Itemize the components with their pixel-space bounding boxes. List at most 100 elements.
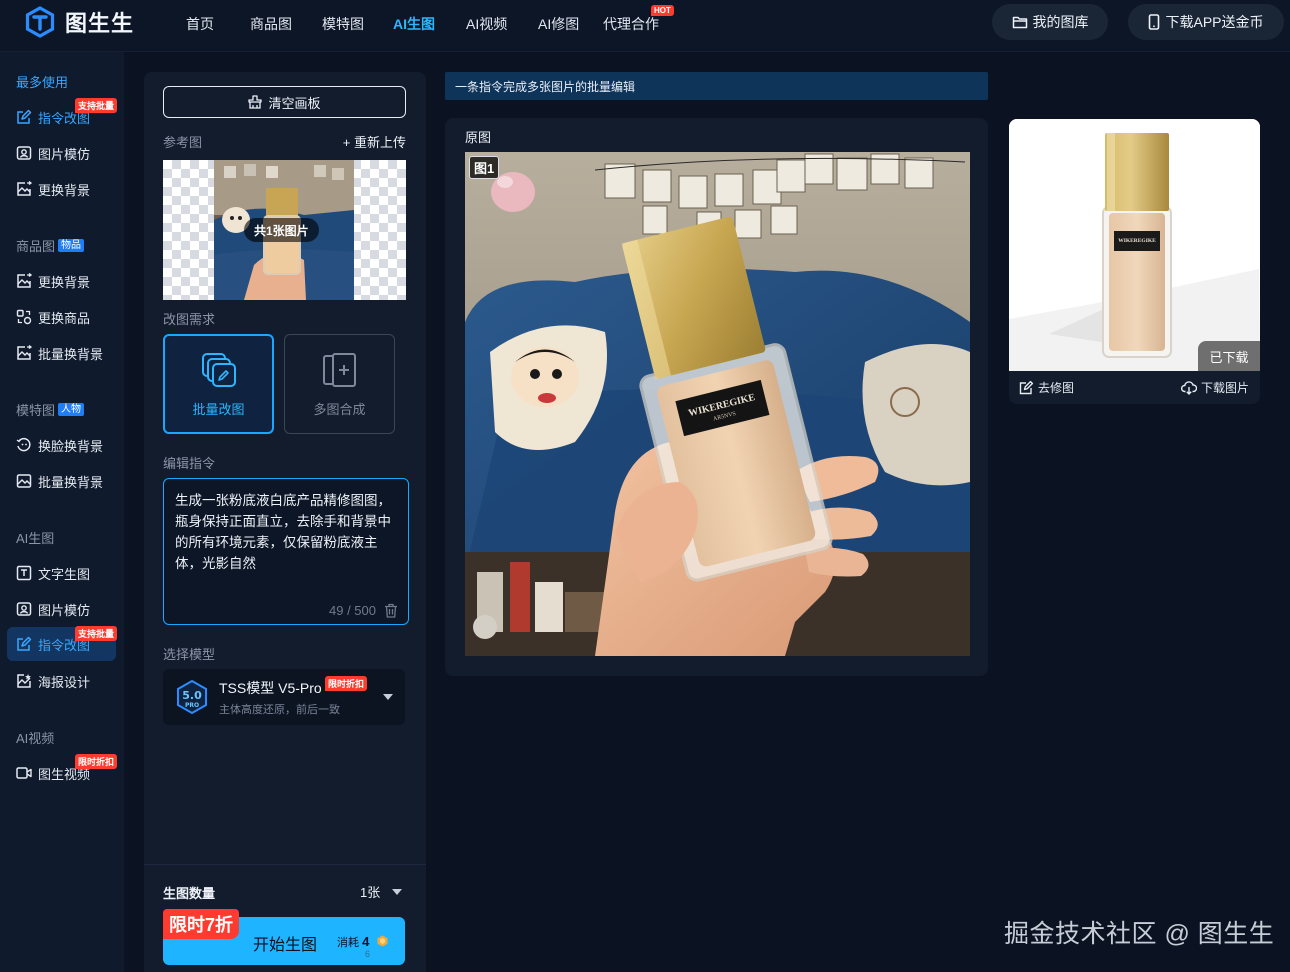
sidebar-item-label: 图片模仿 [38,146,91,162]
sidebar-item-image-imitate[interactable]: 图片模仿 [16,142,90,164]
sidebar-item-text-to-image[interactable]: 文字生图 [16,562,90,584]
section-tag: 人物 [58,403,85,416]
batch-edit-mode-card[interactable]: 批量改图 [163,334,274,434]
edit-icon [17,109,32,124]
sidebar-item-change-product[interactable]: 更换商品 [16,306,90,328]
download-app-button[interactable]: 下载APP送金币 [1128,4,1284,40]
instruction-textarea[interactable]: 生成一张粉底液白底产品精修图图，瓶身保持正面直立，去除手和背景中的所有环境元素，… [163,478,409,625]
sidebar-item-label: 更换背景 [38,274,91,290]
my-library-button[interactable]: 我的图库 [992,4,1108,40]
sidebar-item-ai-image-imitate[interactable]: 图片模仿 [16,598,90,620]
folder-icon [1012,16,1027,29]
sidebar-item-poster-design[interactable]: 海报设计 [16,670,90,692]
hot-badge: HOT [651,5,674,16]
text-image-icon [16,565,32,581]
face-swap-icon [16,437,31,452]
model-select[interactable]: 5.0 PRO TSS模型 V5-Pro 限时折扣 主体高度还原，前后一致 [163,669,405,725]
instruction-text: 生成一张粉底液白底产品精修图图，瓶身保持正面直立，去除手和背景中的所有环境元素，… [175,493,391,571]
trash-icon[interactable] [384,603,398,618]
nav-ai-generate[interactable]: AI生图 [393,14,435,34]
chevron-down-icon [383,694,393,700]
batch-support-badge: 支持批量 [75,98,118,113]
nav-product-image[interactable]: 商品图 [250,14,292,34]
model-version-sub: PRO [185,702,199,709]
quantity-select[interactable]: 1张 [360,882,403,901]
logo-icon [25,6,55,38]
reference-label: 参考图 [163,135,203,150]
chevron-down-icon [392,888,403,895]
multi-image-label: 多图合成 [313,401,366,417]
sidebar-item-batch-background[interactable]: 批量换背景 [16,342,103,364]
video-icon [16,767,32,779]
coin-icon [377,935,388,947]
image-swap-icon [17,273,32,288]
image-imitate-icon [16,602,32,616]
original-photo: WIKEREGIKE AR5NVS [465,152,970,656]
section-model-image: 模特图 人物 [16,400,85,419]
batch-edit-label: 批量改图 [192,401,245,417]
generate-cost: 消耗 4 [337,934,369,950]
sidebar-item-model-batch-background[interactable]: 批量换背景 [16,470,103,492]
nav-partner[interactable]: 代理合作 [603,14,659,34]
result-image[interactable]: WIKEREGIKE 已下载 [1009,119,1260,371]
quantity-label: 生图数量 [163,886,216,901]
retouch-button[interactable]: 去修图 [1019,379,1074,396]
app-name: 图生生 [65,11,135,36]
batch-support-badge: 支持批量 [75,626,118,641]
reference-image-box[interactable]: 共1张图片 [163,160,406,300]
panel-divider [144,864,426,865]
instruction-banner: 一条指令完成多张图片的批量编辑 [445,72,988,100]
nav-home[interactable]: 首页 [186,14,214,34]
multi-image-icon [322,352,356,387]
section-title: 最多使用 [16,75,69,90]
nav-ai-retouch[interactable]: AI修图 [538,14,579,34]
cost-label: 消耗 [337,937,359,949]
download-app-label: 下载APP送金币 [1165,14,1264,30]
sidebar-item-label: 批量换背景 [38,346,104,362]
sidebar-item-label: 更换商品 [38,310,91,326]
section-tag: 物品 [58,239,85,252]
clear-canvas-label: 清空画板 [268,95,321,111]
result-card: WIKEREGIKE 已下载 去修图 下载图片 [1009,119,1260,404]
control-panel: 清空画板 参考图 + 重新上传 共1张图片 改图需求 批量改图 多图合成 编辑指… [144,72,426,972]
original-image-card: 原图 WIKEREGIKE AR5NVS 图1 [445,118,988,676]
nav-model-image[interactable]: 模特图 [322,14,364,34]
model-name: TSS模型 V5-Pro [219,680,322,696]
watermark: 掘金技术社区 @ 图生生 [1004,920,1275,948]
cost-value: 4 [362,934,370,949]
retouch-label: 去修图 [1038,381,1075,395]
swap-product-icon [16,309,32,325]
download-image-button[interactable]: 下载图片 [1181,379,1249,396]
clear-icon [248,95,263,109]
clear-canvas-button[interactable]: 清空画板 [163,86,406,118]
nav-ai-video[interactable]: AI视频 [466,14,507,34]
instruction-char-count: 49 / 500 [329,603,376,618]
model-description: 主体高度还原，前后一致 [219,704,340,716]
model-discount-badge: 限时折扣 [325,676,368,691]
image-imitate-icon [16,146,32,160]
start-generate-label: 开始生图 [253,937,318,954]
multi-image-compose-card[interactable]: 多图合成 [284,334,395,434]
model-version-icon: 5.0 PRO [177,679,207,715]
batch-edit-icon [201,352,236,387]
original-title: 原图 [465,130,492,145]
promo-badge: 限时7折 [163,909,240,939]
start-generate-button[interactable]: 限时7折 开始生图 消耗 4 6 [163,909,405,965]
logo[interactable]: 图生生 [24,6,134,38]
sidebar-item-product-change-background[interactable]: 更换背景 [16,270,90,292]
edit-icon [17,636,32,651]
reupload-button[interactable]: + 重新上传 [343,132,406,151]
result-photo: WIKEREGIKE [1009,119,1260,371]
section-title: 模特图 [16,403,56,418]
edit-need-label: 改图需求 [163,312,216,327]
original-image[interactable]: WIKEREGIKE AR5NVS 图1 [465,152,970,656]
discount-badge: 限时折扣 [75,754,118,769]
download-image-label: 下载图片 [1201,381,1250,395]
sidebar-item-change-background[interactable]: 更换背景 [16,178,90,200]
section-most-used: 最多使用 [16,72,68,91]
cloud-download-icon [1181,380,1197,395]
instruction-label: 编辑指令 [163,456,216,471]
sidebar-item-face-swap[interactable]: 换脸换背景 [16,434,103,456]
downloaded-status: 已下载 [1198,341,1260,371]
model-label: 选择模型 [163,647,216,662]
